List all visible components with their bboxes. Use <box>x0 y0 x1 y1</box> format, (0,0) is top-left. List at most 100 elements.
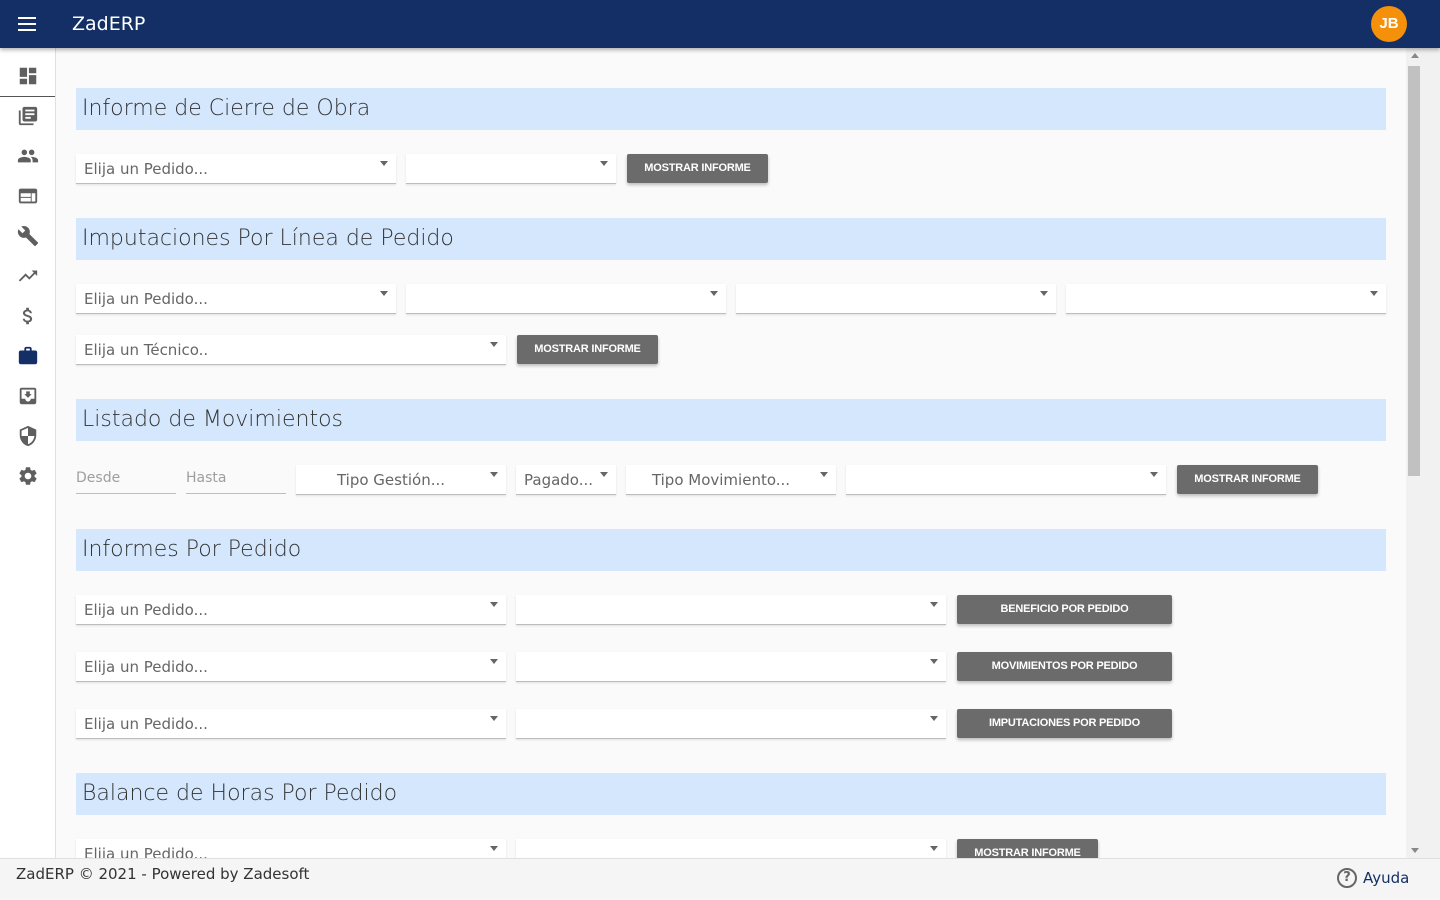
sidebar-item-finance[interactable] <box>0 296 55 336</box>
content-scrollbar[interactable] <box>1406 48 1423 858</box>
pedido-select-placeholder: Elija un Pedido... <box>84 845 208 858</box>
dollar-icon <box>22 307 32 325</box>
scroll-down-icon[interactable] <box>1411 848 1419 853</box>
pedido-select-placeholder: Elija un Pedido... <box>84 715 208 733</box>
chevron-down-icon <box>930 846 938 851</box>
pedido-select-placeholder: Elija un Pedido... <box>84 601 208 619</box>
briefcase-icon <box>18 346 37 365</box>
chevron-down-icon <box>490 659 498 664</box>
chevron-down-icon <box>930 659 938 664</box>
chevron-down-icon <box>490 472 498 477</box>
pedido-detail-select[interactable] <box>516 652 946 682</box>
pagado-select[interactable]: Pagado... <box>516 465 616 495</box>
desde-date-input[interactable]: Desde <box>76 464 176 494</box>
scroll-up-icon[interactable] <box>1411 53 1419 58</box>
movimientos-por-pedido-button[interactable]: MOVIMIENTOS POR PEDIDO <box>957 652 1172 681</box>
pedido-select[interactable]: Elija un Pedido... <box>76 154 396 184</box>
wrench-icon <box>17 226 38 247</box>
dashboard-icon <box>19 67 36 85</box>
hasta-placeholder: Hasta <box>186 470 227 486</box>
app-title: ZadERP <box>72 13 146 35</box>
pedido-select[interactable]: Elija un Pedido... <box>76 595 506 625</box>
filter-select[interactable] <box>1066 284 1386 314</box>
user-avatar[interactable]: JB <box>1371 6 1407 42</box>
pagado-placeholder: Pagado... <box>524 471 594 489</box>
linea-select[interactable] <box>406 284 726 314</box>
web-icon <box>18 188 37 204</box>
pedido-select[interactable]: Elija un Pedido... <box>76 284 396 314</box>
sidebar-item-tools[interactable] <box>0 216 55 256</box>
chevron-down-icon <box>710 291 718 296</box>
pedido-detail-select[interactable] <box>516 839 946 858</box>
people-icon <box>17 149 38 163</box>
pedido-detail-select[interactable] <box>516 709 946 739</box>
tecnico-select[interactable]: Elija un Técnico.. <box>76 335 506 365</box>
filter-select[interactable] <box>736 284 1056 314</box>
pedido-line-select[interactable] <box>406 154 616 184</box>
chevron-down-icon <box>1370 291 1378 296</box>
movimientos-extra-select[interactable] <box>846 465 1166 495</box>
tipo-movimiento-select[interactable]: Tipo Movimiento... <box>626 465 836 495</box>
pedido-select-placeholder: Elija un Pedido... <box>84 290 208 308</box>
sidebar-item-web[interactable] <box>0 176 55 216</box>
help-icon: ? <box>1337 868 1357 888</box>
chevron-down-icon <box>490 342 498 347</box>
pedido-select[interactable]: Elija un Pedido... <box>76 652 506 682</box>
section-title-imputaciones: Imputaciones Por Línea de Pedido <box>76 218 1386 260</box>
sidebar-item-people[interactable] <box>0 136 55 176</box>
sidebar-item-security[interactable] <box>0 416 55 456</box>
section-title-por-pedido: Informes Por Pedido <box>76 529 1386 571</box>
footer-copyright: ZadERP © 2021 - Powered by Zadesoft <box>16 865 310 883</box>
library-icon <box>18 106 37 126</box>
help-link[interactable]: ? Ayuda <box>1337 868 1409 888</box>
pedido-select-placeholder: Elija un Pedido... <box>84 658 208 676</box>
pedido-detail-select[interactable] <box>516 595 946 625</box>
imputaciones-por-pedido-button[interactable]: IMPUTACIONES POR PEDIDO <box>957 709 1172 738</box>
tecnico-select-placeholder: Elija un Técnico.. <box>84 341 209 359</box>
chevron-down-icon <box>490 602 498 607</box>
trending-up-icon <box>18 270 37 282</box>
section-title-movimientos: Listado de Movimientos <box>76 399 1386 441</box>
sidebar <box>0 48 56 858</box>
archive-icon <box>19 387 36 405</box>
beneficio-por-pedido-button[interactable]: BENEFICIO POR PEDIDO <box>957 595 1172 624</box>
mostrar-informe-button[interactable]: MOSTRAR INFORME <box>957 839 1098 858</box>
tipo-gestion-select[interactable]: Tipo Gestión... <box>296 465 506 495</box>
pedido-select[interactable]: Elija un Pedido... <box>76 839 506 858</box>
chevron-down-icon <box>1150 472 1158 477</box>
sidebar-item-dashboard[interactable] <box>0 56 55 96</box>
tipo-movimiento-placeholder: Tipo Movimiento... <box>651 471 791 489</box>
mostrar-informe-button[interactable]: MOSTRAR INFORME <box>517 335 658 364</box>
page-scrollbar[interactable] <box>1423 0 1440 900</box>
help-label: Ayuda <box>1363 869 1410 887</box>
mostrar-informe-button[interactable]: MOSTRAR INFORME <box>1177 465 1318 494</box>
hasta-date-input[interactable]: Hasta <box>186 464 286 494</box>
chevron-down-icon <box>380 161 388 166</box>
sidebar-item-settings[interactable] <box>0 456 55 496</box>
scroll-thumb[interactable] <box>1408 66 1420 476</box>
top-app-bar: ZadERP JB <box>0 0 1440 48</box>
chevron-down-icon <box>600 161 608 166</box>
tipo-gestion-placeholder: Tipo Gestión... <box>336 471 446 489</box>
footer: ZadERP © 2021 - Powered by Zadesoft ? Ay… <box>0 858 1440 900</box>
mostrar-informe-button[interactable]: MOSTRAR INFORME <box>627 154 768 183</box>
section-title-cierre: Informe de Cierre de Obra <box>76 88 1386 130</box>
pedido-select-placeholder: Elija un Pedido... <box>84 160 208 178</box>
desde-placeholder: Desde <box>76 470 121 486</box>
sidebar-item-library[interactable] <box>0 96 55 136</box>
chevron-down-icon <box>1040 291 1048 296</box>
sidebar-item-trends[interactable] <box>0 256 55 296</box>
chevron-down-icon <box>490 716 498 721</box>
chevron-down-icon <box>600 472 608 477</box>
gear-icon <box>18 467 37 485</box>
chevron-down-icon <box>490 846 498 851</box>
section-title-balance: Balance de Horas Por Pedido <box>76 773 1386 815</box>
sidebar-item-archive[interactable] <box>0 376 55 416</box>
sidebar-item-reports[interactable] <box>0 336 55 376</box>
pedido-select[interactable]: Elija un Pedido... <box>76 709 506 739</box>
main-content: Informe de Cierre de Obra Elija un Pedid… <box>56 48 1406 858</box>
chevron-down-icon <box>380 291 388 296</box>
chevron-down-icon <box>820 472 828 477</box>
menu-icon[interactable] <box>16 12 40 36</box>
chevron-down-icon <box>930 602 938 607</box>
